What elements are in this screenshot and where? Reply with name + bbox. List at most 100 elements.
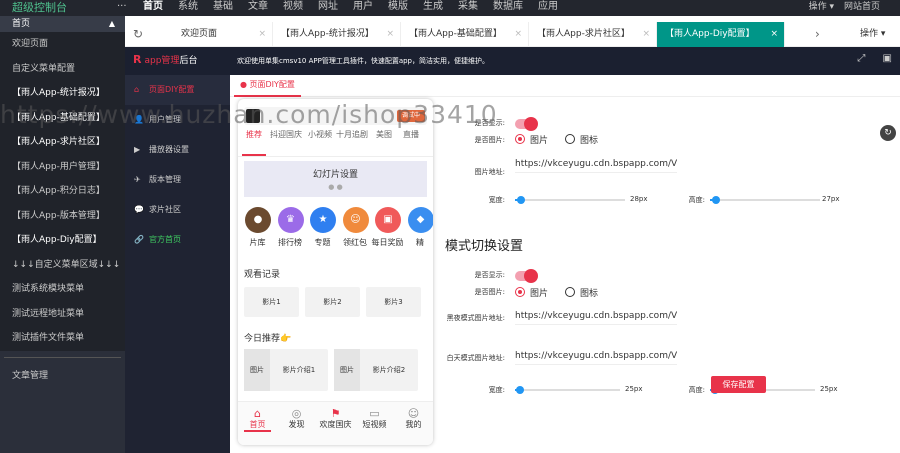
grid-item-more[interactable]: ◆ 精 — [405, 205, 433, 253]
close-icon[interactable]: × — [386, 22, 394, 47]
phone-search-bar[interactable]: 调试中 — [244, 107, 427, 125]
tab-stats[interactable]: 【雨人App-统计报况】 × — [273, 22, 401, 47]
top-nav-generate[interactable]: 生成 — [423, 0, 443, 14]
app-menu-label: 求片社区 — [149, 205, 181, 214]
sidebar-item-welcome[interactable]: 欢迎页面 — [0, 32, 125, 57]
grid-item-redpacket[interactable]: ☺ 领红包 — [340, 205, 369, 253]
phone-cat-1[interactable]: 抖迎国庆 — [266, 129, 306, 156]
sidebar-item-points-log[interactable]: 【雨人App-积分日志】 — [0, 179, 125, 204]
top-navbar: 超级控制台 ··· 首页 系统 基础 文章 视频 网址 用户 模版 生成 采集 … — [0, 0, 900, 16]
show-toggle[interactable] — [515, 117, 538, 131]
height-slider[interactable] — [710, 196, 820, 204]
radio-image-2[interactable]: 图片 — [515, 286, 548, 299]
show-toggle-2[interactable] — [515, 269, 538, 283]
phone-cat-4[interactable]: 美图 — [370, 129, 398, 156]
top-nav-url[interactable]: 网址 — [318, 0, 338, 14]
recommend-card[interactable]: 图片 影片介绍1 — [244, 349, 328, 391]
top-nav-system[interactable]: 系统 — [178, 0, 198, 14]
top-nav-user[interactable]: 用户 — [353, 0, 373, 14]
radio-icon[interactable]: 图标 — [565, 133, 598, 146]
sidebar-item-test-module[interactable]: 测试系统模块菜单 — [0, 277, 125, 302]
console-logo[interactable]: 超级控制台 — [12, 0, 67, 15]
sidebar-item-stats[interactable]: 【雨人App-统计报况】 — [0, 81, 125, 106]
close-icon[interactable]: × — [258, 22, 266, 47]
grid-item-daily-reward[interactable]: ▣ 每日奖励 — [372, 205, 404, 253]
day-url-input[interactable]: https://vkceyugu.cdn.bspapp.com/VI — [515, 349, 677, 365]
top-nav-template[interactable]: 模版 — [388, 0, 408, 14]
sidebar-item-test-remote[interactable]: 测试远程地址菜单 — [0, 302, 125, 327]
app-menu-users[interactable]: 👤 用户管理 — [125, 105, 230, 135]
app-menu-community[interactable]: 💬 求片社区 — [125, 195, 230, 225]
phone-nav-shorts[interactable]: ▭ 短视频 — [355, 402, 394, 445]
top-nav-article[interactable]: 文章 — [248, 0, 268, 14]
app-menu-diy[interactable]: ⌂ 页面DIY配置 — [125, 75, 230, 105]
top-ops-dropdown[interactable]: 操作 ▾ — [809, 0, 834, 14]
user-icon: ☺ — [407, 407, 420, 420]
top-nav-apps[interactable]: 应用 — [538, 0, 558, 14]
phone-nav-discover[interactable]: ◎ 发现 — [277, 402, 316, 445]
tab-basic-config[interactable]: 【雨人App-基础配置】 × — [401, 22, 529, 47]
tab-welcome[interactable]: 欢迎页面 × — [173, 22, 273, 47]
history-card[interactable]: 影片2 — [305, 287, 360, 317]
phone-cat-3[interactable]: 十月追剧 — [334, 129, 370, 156]
night-url-input[interactable]: https://vkceyugu.cdn.bspapp.com/VI — [515, 309, 677, 325]
chevron-right-icon[interactable]: › — [815, 22, 829, 47]
more-icon[interactable]: ··· — [117, 0, 127, 13]
phone-nav-mine[interactable]: ☺ 我的 — [394, 402, 433, 445]
history-card[interactable]: 影片1 — [244, 287, 299, 317]
site-home-link[interactable]: 网站首页 — [844, 0, 880, 14]
grid-item-topics[interactable]: ★ 专题 — [307, 205, 336, 253]
top-nav-home[interactable]: 首页 — [143, 0, 163, 14]
radio-image-label: 图片 — [530, 289, 549, 299]
sidebar-item-custom-area[interactable]: ↓↓↓自定义菜单区域↓↓↓ — [0, 253, 125, 278]
tab-diy-config[interactable]: 【雨人App-Diy配置】 × — [657, 22, 785, 47]
slider-knob[interactable] — [516, 196, 525, 204]
sidebar-item-versions[interactable]: 【雨人App-版本管理】 — [0, 204, 125, 229]
history-card[interactable]: 影片3 — [366, 287, 421, 317]
app-menu-player[interactable]: ▶ 播放器设置 — [125, 135, 230, 165]
close-icon[interactable]: × — [770, 22, 778, 47]
sidebar-item-articles[interactable]: 文章管理 — [0, 364, 125, 388]
tab-ops-dropdown[interactable]: 操作 ▾ — [860, 22, 885, 47]
radio-image[interactable]: 图片 — [515, 133, 548, 146]
close-icon[interactable]: × — [642, 22, 650, 47]
img-url-input[interactable]: https://vkceyugu.cdn.bspapp.com/VI — [515, 157, 677, 173]
top-nav-database[interactable]: 数据库 — [493, 0, 523, 14]
sidebar-item-test-plugin[interactable]: 测试插件文件菜单 — [0, 326, 125, 351]
phone-nav-national-day[interactable]: ⚑ 欢度国庆 — [316, 402, 355, 445]
fullscreen-icon[interactable]: ⤢ — [857, 53, 865, 64]
sidebar-group-home[interactable]: 首页 ▲ — [0, 16, 125, 32]
save-config-button[interactable]: 保存配置 — [711, 376, 766, 393]
sidebar-item-basic-config[interactable]: 【雨人App-基础配置】 — [0, 106, 125, 131]
top-nav-video[interactable]: 视频 — [283, 0, 303, 14]
width-slider-2[interactable] — [515, 386, 620, 394]
sidebar-item-diy-config[interactable]: 【雨人App-Diy配置】 — [0, 228, 125, 253]
top-nav-collect[interactable]: 采集 — [458, 0, 478, 14]
page-tab-diy[interactable]: ● 页面DIY配置 — [234, 75, 301, 97]
app-menu-official[interactable]: 🔗 官方首页 — [125, 225, 230, 255]
slider-knob[interactable] — [711, 196, 720, 204]
refresh-icon[interactable]: ↻ — [129, 22, 147, 47]
sidebar-item-custom-menu[interactable]: 自定义菜单配置 — [0, 57, 125, 82]
slider-knob[interactable] — [516, 386, 525, 394]
app-menu-versions[interactable]: ✈ 版本管理 — [125, 165, 230, 195]
phone-cat-0[interactable]: 推荐 — [242, 129, 266, 156]
recommend-img: 图片 — [244, 349, 270, 391]
settings-icon[interactable]: ▣ — [883, 53, 892, 64]
close-icon[interactable]: × — [514, 22, 522, 47]
tab-community[interactable]: 【雨人App-求片社区】 × — [529, 22, 657, 47]
grid-item-ranking[interactable]: ♛ 排行榜 — [275, 205, 304, 253]
app-logo-mark: R — [133, 53, 142, 66]
phone-carousel[interactable]: 幻灯片设置 ● ● — [244, 161, 427, 197]
phone-cat-2[interactable]: 小视频 — [306, 129, 334, 156]
reload-icon[interactable]: ↻ — [880, 125, 896, 141]
radio-icon-2[interactable]: 图标 — [565, 286, 598, 299]
phone-nav-home[interactable]: ⌂ 首页 — [238, 402, 277, 445]
top-nav-basic[interactable]: 基础 — [213, 0, 233, 14]
sidebar-item-community[interactable]: 【雨人App-求片社区】 — [0, 130, 125, 155]
grid-item-library[interactable]: ● 片库 — [242, 205, 271, 253]
recommend-card[interactable]: 图片 影片介绍2 — [334, 349, 418, 391]
width-slider[interactable] — [515, 196, 625, 204]
phone-cat-5[interactable]: 直播 — [398, 129, 424, 156]
sidebar-item-users[interactable]: 【雨人App-用户管理】 — [0, 155, 125, 180]
